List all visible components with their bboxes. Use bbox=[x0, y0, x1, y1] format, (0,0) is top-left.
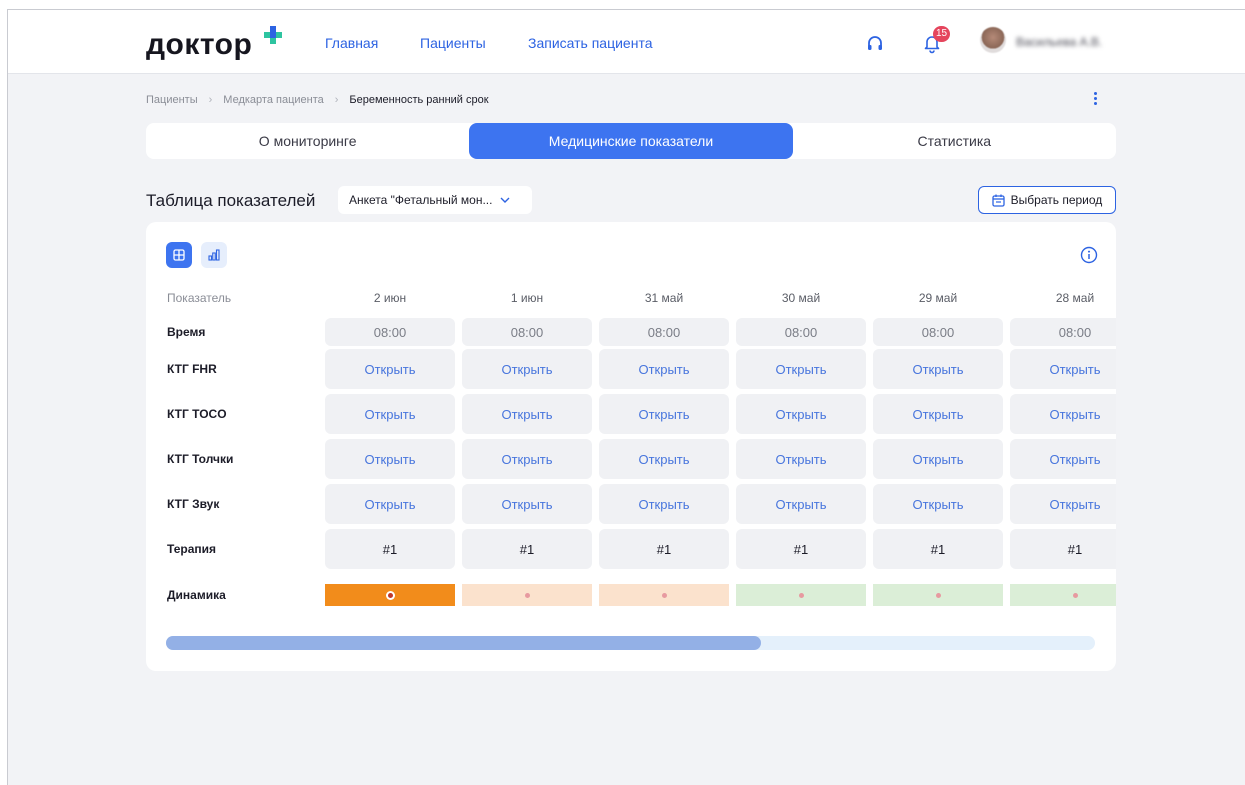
chevron-down-icon bbox=[500, 197, 510, 203]
open-link[interactable]: Открыть bbox=[325, 484, 455, 524]
section-title: Таблица показателей bbox=[146, 191, 316, 210]
therapy-cell[interactable]: #1 bbox=[736, 529, 866, 569]
open-link[interactable]: Открыть bbox=[325, 394, 455, 434]
open-link[interactable]: Открыть bbox=[736, 349, 866, 389]
bar-chart-icon bbox=[208, 249, 220, 261]
column-header-date: 2 июн bbox=[373, 291, 407, 305]
open-link[interactable]: Открыть bbox=[599, 439, 729, 479]
row-label: Время bbox=[167, 325, 206, 339]
row-label: КТГ Звук bbox=[167, 497, 220, 511]
tab-bar: О мониторинге Медицинские показатели Ста… bbox=[146, 123, 1116, 159]
chevron-right-icon: › bbox=[208, 94, 213, 106]
therapy-cell[interactable]: #1 bbox=[873, 529, 1003, 569]
column-header-date: 30 май bbox=[781, 291, 821, 305]
avatar[interactable] bbox=[980, 27, 1006, 53]
time-cell: 08:00 bbox=[736, 318, 866, 346]
open-link[interactable]: Открыть bbox=[873, 484, 1003, 524]
dynamics-cell[interactable] bbox=[599, 584, 729, 606]
kebab-menu-icon[interactable] bbox=[1093, 92, 1099, 108]
select-period-button[interactable]: Выбрать период bbox=[978, 186, 1116, 214]
select-value: Анкета "Фетальный мон... bbox=[349, 193, 493, 207]
user-name[interactable]: Васильева А.В. bbox=[1016, 35, 1102, 49]
open-link[interactable]: Открыть bbox=[1010, 349, 1116, 389]
status-dot-icon bbox=[661, 592, 667, 598]
nav-home[interactable]: Главная bbox=[325, 35, 378, 51]
grid-icon bbox=[173, 249, 185, 261]
notification-badge: 15 bbox=[933, 26, 951, 42]
open-link[interactable]: Открыть bbox=[873, 439, 1003, 479]
breadcrumb-current: Беременность ранний срок bbox=[349, 94, 489, 106]
column-header-indicator: Показатель bbox=[167, 291, 232, 305]
open-link[interactable]: Открыть bbox=[462, 484, 592, 524]
calendar-icon bbox=[992, 194, 1005, 207]
status-dot-icon bbox=[387, 592, 393, 598]
breadcrumb-medical-card[interactable]: Медкарта пациента bbox=[223, 94, 323, 106]
nav-register-patient[interactable]: Записать пациента bbox=[528, 35, 652, 51]
therapy-cell[interactable]: #1 bbox=[599, 529, 729, 569]
logo[interactable]: доктор bbox=[146, 28, 252, 62]
top-bar: доктор Главная Пациенты Записать пациент… bbox=[8, 10, 1245, 74]
open-link[interactable]: Открыть bbox=[736, 484, 866, 524]
therapy-cell[interactable]: #1 bbox=[1010, 529, 1116, 569]
questionnaire-select[interactable]: Анкета "Фетальный мон... bbox=[338, 186, 532, 214]
time-cell: 08:00 bbox=[1010, 318, 1116, 346]
column-header-date: 31 май bbox=[644, 291, 684, 305]
table-view-button[interactable] bbox=[166, 242, 192, 268]
open-link[interactable]: Открыть bbox=[462, 394, 592, 434]
chevron-right-icon: › bbox=[334, 94, 339, 106]
indicators-table-card: Показатель 2 июн 1 июн 31 май 30 май 29 май 2… bbox=[146, 222, 1116, 671]
open-link[interactable]: Открыть bbox=[736, 394, 866, 434]
select-period-label: Выбрать период bbox=[1010, 193, 1103, 207]
open-link[interactable]: Открыть bbox=[1010, 394, 1116, 434]
open-link[interactable]: Открыть bbox=[462, 349, 592, 389]
dynamics-cell[interactable] bbox=[325, 584, 455, 606]
open-link[interactable]: Открыть bbox=[873, 349, 1003, 389]
tab-medical-indicators[interactable]: Медицинские показатели bbox=[469, 123, 793, 159]
breadcrumb-patients[interactable]: Пациенты bbox=[146, 94, 198, 106]
column-header-date: 1 июн bbox=[510, 291, 544, 305]
open-link[interactable]: Открыть bbox=[599, 484, 729, 524]
chart-view-button[interactable] bbox=[201, 242, 227, 268]
time-cell: 08:00 bbox=[873, 318, 1003, 346]
therapy-cell[interactable]: #1 bbox=[325, 529, 455, 569]
open-link[interactable]: Открыть bbox=[1010, 484, 1116, 524]
column-header-date: 28 май bbox=[1055, 291, 1095, 305]
status-dot-icon bbox=[524, 592, 530, 598]
dynamics-cell[interactable] bbox=[736, 584, 866, 606]
open-link[interactable]: Открыть bbox=[1010, 439, 1116, 479]
time-cell: 08:00 bbox=[599, 318, 729, 346]
row-label: КТГ Толчки bbox=[167, 452, 234, 466]
open-link[interactable]: Открыть bbox=[599, 349, 729, 389]
tab-statistics[interactable]: Статистика bbox=[793, 123, 1116, 159]
app-window: доктор Главная Пациенты Записать пациент… bbox=[7, 9, 1245, 785]
status-dot-icon bbox=[935, 592, 941, 598]
nav-patients[interactable]: Пациенты bbox=[420, 35, 486, 51]
horizontal-scrollbar-thumb[interactable] bbox=[166, 636, 761, 650]
open-link[interactable]: Открыть bbox=[325, 439, 455, 479]
therapy-cell[interactable]: #1 bbox=[462, 529, 592, 569]
row-label: КТГ TOCO bbox=[167, 407, 227, 421]
breadcrumb: Пациенты › Медкарта пациента › Беременно… bbox=[146, 94, 489, 106]
row-label: Терапия bbox=[167, 542, 217, 556]
dynamics-cell[interactable] bbox=[1010, 584, 1116, 606]
open-link[interactable]: Открыть bbox=[873, 394, 1003, 434]
dynamics-cell[interactable] bbox=[873, 584, 1003, 606]
column-header-date: 29 май bbox=[918, 291, 958, 305]
row-label: КТГ FHR bbox=[167, 362, 217, 376]
open-link[interactable]: Открыть bbox=[325, 349, 455, 389]
info-icon[interactable] bbox=[1080, 246, 1098, 264]
status-dot-icon bbox=[1072, 592, 1078, 598]
open-link[interactable]: Открыть bbox=[599, 394, 729, 434]
row-label: Динамика bbox=[167, 588, 226, 602]
open-link[interactable]: Открыть bbox=[736, 439, 866, 479]
open-link[interactable]: Открыть bbox=[462, 439, 592, 479]
headset-icon[interactable] bbox=[865, 34, 885, 54]
status-dot-icon bbox=[798, 592, 804, 598]
time-cell: 08:00 bbox=[325, 318, 455, 346]
tab-monitoring[interactable]: О мониторинге bbox=[146, 123, 469, 159]
logo-cross-icon bbox=[264, 26, 282, 44]
time-cell: 08:00 bbox=[462, 318, 592, 346]
dynamics-cell[interactable] bbox=[462, 584, 592, 606]
